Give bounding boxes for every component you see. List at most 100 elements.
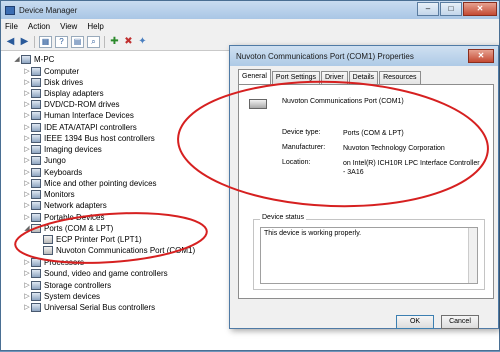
properties-icon[interactable]: ▦	[39, 35, 52, 48]
scan-icon[interactable]: ⌕	[87, 35, 100, 48]
tree-item-label: Storage controllers	[44, 281, 112, 290]
expand-icon[interactable]: ▷	[23, 144, 31, 155]
tree-item-computer[interactable]: ▷ Computer	[23, 66, 79, 77]
port-icon	[249, 99, 267, 109]
jungo-icon	[31, 156, 41, 165]
dialog-title-bar[interactable]: Nuvoton Communications Port (COM1) Prope…	[230, 46, 498, 66]
device-manager-icon	[5, 5, 15, 15]
tree-item-monitors[interactable]: ▷ Monitors	[23, 189, 75, 200]
expand-icon[interactable]: ▷	[23, 178, 31, 189]
maximize-button[interactable]: □	[440, 2, 462, 16]
tree-item-label: Processors	[44, 258, 85, 267]
tree-item-label: Mice and other pointing devices	[44, 179, 157, 188]
expand-icon[interactable]: ▷	[23, 200, 31, 211]
tree-item-sound[interactable]: ▷ Sound, video and game controllers	[23, 268, 168, 279]
tree-item-usb[interactable]: ▷ Universal Serial Bus controllers	[23, 302, 155, 313]
firewire-icon	[31, 134, 41, 143]
system-icon	[31, 292, 41, 301]
port-icon	[31, 224, 41, 233]
tree-item-label: System devices	[44, 292, 101, 301]
collapse-icon[interactable]: ◢	[13, 54, 21, 65]
manufacturer-label: Manufacturer:	[282, 144, 326, 151]
tree-item-keyboards[interactable]: ▷ Keyboards	[23, 167, 82, 178]
expand-icon[interactable]: ▷	[23, 257, 31, 268]
tree-item-label: IDE ATA/ATAPI controllers	[44, 123, 137, 132]
ok-button[interactable]: OK	[396, 315, 434, 329]
dialog-close-button[interactable]: ✕	[468, 49, 494, 63]
tree-item-system[interactable]: ▷ System devices	[23, 291, 100, 302]
expand-icon[interactable]: ▷	[23, 291, 31, 302]
device-status-textbox[interactable]: This device is working properly.	[260, 227, 478, 284]
expand-icon[interactable]: ▷	[23, 167, 31, 178]
ide-icon	[31, 123, 41, 132]
dialog-title: Nuvoton Communications Port (COM1) Prope…	[236, 51, 414, 61]
window-controls: – □ ✕	[416, 2, 497, 16]
keyboard-icon	[31, 168, 41, 177]
menu-view[interactable]: View	[60, 22, 77, 31]
menu-help[interactable]: Help	[87, 22, 103, 31]
back-icon[interactable]: ◀	[5, 36, 16, 48]
expand-icon[interactable]: ▷	[23, 77, 31, 88]
tree-item-jungo[interactable]: ▷ Jungo	[23, 155, 66, 166]
tab-general[interactable]: General	[238, 69, 271, 84]
storage-icon	[31, 281, 41, 290]
status-scrollbar[interactable]	[468, 228, 477, 283]
expand-icon[interactable]: ▷	[23, 133, 31, 144]
tree-item-hid[interactable]: ▷ Human Interface Devices	[23, 110, 134, 121]
cancel-button[interactable]: Cancel	[441, 315, 479, 329]
help-icon[interactable]: ?	[55, 35, 68, 48]
disable-icon[interactable]: ✖	[123, 36, 134, 48]
tab-details[interactable]: Details	[348, 71, 379, 84]
tree-item-processors[interactable]: ▷ Processors	[23, 257, 84, 268]
tree-item-label: Monitors	[44, 190, 75, 199]
update-icon[interactable]: ▤	[71, 35, 84, 48]
expand-icon[interactable]: ▷	[23, 122, 31, 133]
toolbar-separator	[104, 35, 105, 48]
cdrom-icon	[31, 100, 41, 109]
uninstall-icon[interactable]: ✚	[109, 36, 120, 48]
collapse-icon[interactable]: ◢	[23, 223, 31, 234]
device-status-group: Device status This device is working pro…	[253, 214, 485, 290]
tab-strip: General Port Settings Driver Details Res…	[238, 69, 422, 84]
tree-item-ieee1394[interactable]: ▷ IEEE 1394 Bus host controllers	[23, 133, 155, 144]
tree-item-mice[interactable]: ▷ Mice and other pointing devices	[23, 178, 157, 189]
tree-item-label: Imaging devices	[44, 145, 102, 154]
tab-port-settings[interactable]: Port Settings	[271, 71, 320, 84]
tree-item-ide[interactable]: ▷ IDE ATA/ATAPI controllers	[23, 122, 137, 133]
menu-file[interactable]: File	[5, 22, 18, 31]
expand-icon[interactable]: ▷	[23, 110, 31, 121]
tree-item-storage[interactable]: ▷ Storage controllers	[23, 280, 111, 291]
tree-item-nuvoton-com1[interactable]: Nuvoton Communications Port (COM1)	[35, 245, 195, 256]
menu-action[interactable]: Action	[28, 22, 50, 31]
tree-item-imaging[interactable]: ▷ Imaging devices	[23, 144, 102, 155]
expand-icon[interactable]: ▷	[23, 99, 31, 110]
computer-icon	[21, 55, 31, 64]
device-status-label: Device status	[260, 214, 307, 221]
port-icon	[43, 235, 53, 244]
minimize-button[interactable]: –	[417, 2, 439, 16]
expand-icon[interactable]: ▷	[23, 212, 31, 223]
tree-item-network[interactable]: ▷ Network adapters	[23, 200, 107, 211]
tree-item-label: Portable Devices	[44, 213, 105, 222]
tree-item-display-adapters[interactable]: ▷ Display adapters	[23, 88, 104, 99]
tree-item-dvd-cdrom[interactable]: ▷ DVD/CD-ROM drives	[23, 99, 120, 110]
expand-icon[interactable]: ▷	[23, 155, 31, 166]
expand-icon[interactable]: ▷	[23, 268, 31, 279]
tree-item-disk-drives[interactable]: ▷ Disk drives	[23, 77, 83, 88]
expand-icon[interactable]: ▷	[23, 189, 31, 200]
tree-item-ecp-printer-port[interactable]: ECP Printer Port (LPT1)	[35, 234, 142, 245]
tab-driver[interactable]: Driver	[320, 71, 348, 84]
expand-icon[interactable]: ▷	[23, 66, 31, 77]
tree-item-portable[interactable]: ▷ Portable Devices	[23, 212, 104, 223]
tree-root[interactable]: ◢ M-PC	[13, 54, 54, 65]
expand-icon[interactable]: ▷	[23, 88, 31, 99]
forward-icon[interactable]: ▶	[19, 36, 30, 48]
expand-icon[interactable]: ▷	[23, 302, 31, 313]
tree-root-label: M-PC	[34, 55, 55, 64]
tab-resources[interactable]: Resources	[379, 71, 421, 84]
expand-icon[interactable]: ▷	[23, 280, 31, 291]
enable-icon[interactable]: ✦	[137, 36, 148, 48]
toolbar-separator	[34, 35, 35, 48]
tree-item-ports[interactable]: ◢ Ports (COM & LPT)	[23, 223, 113, 234]
close-button[interactable]: ✕	[463, 2, 497, 16]
